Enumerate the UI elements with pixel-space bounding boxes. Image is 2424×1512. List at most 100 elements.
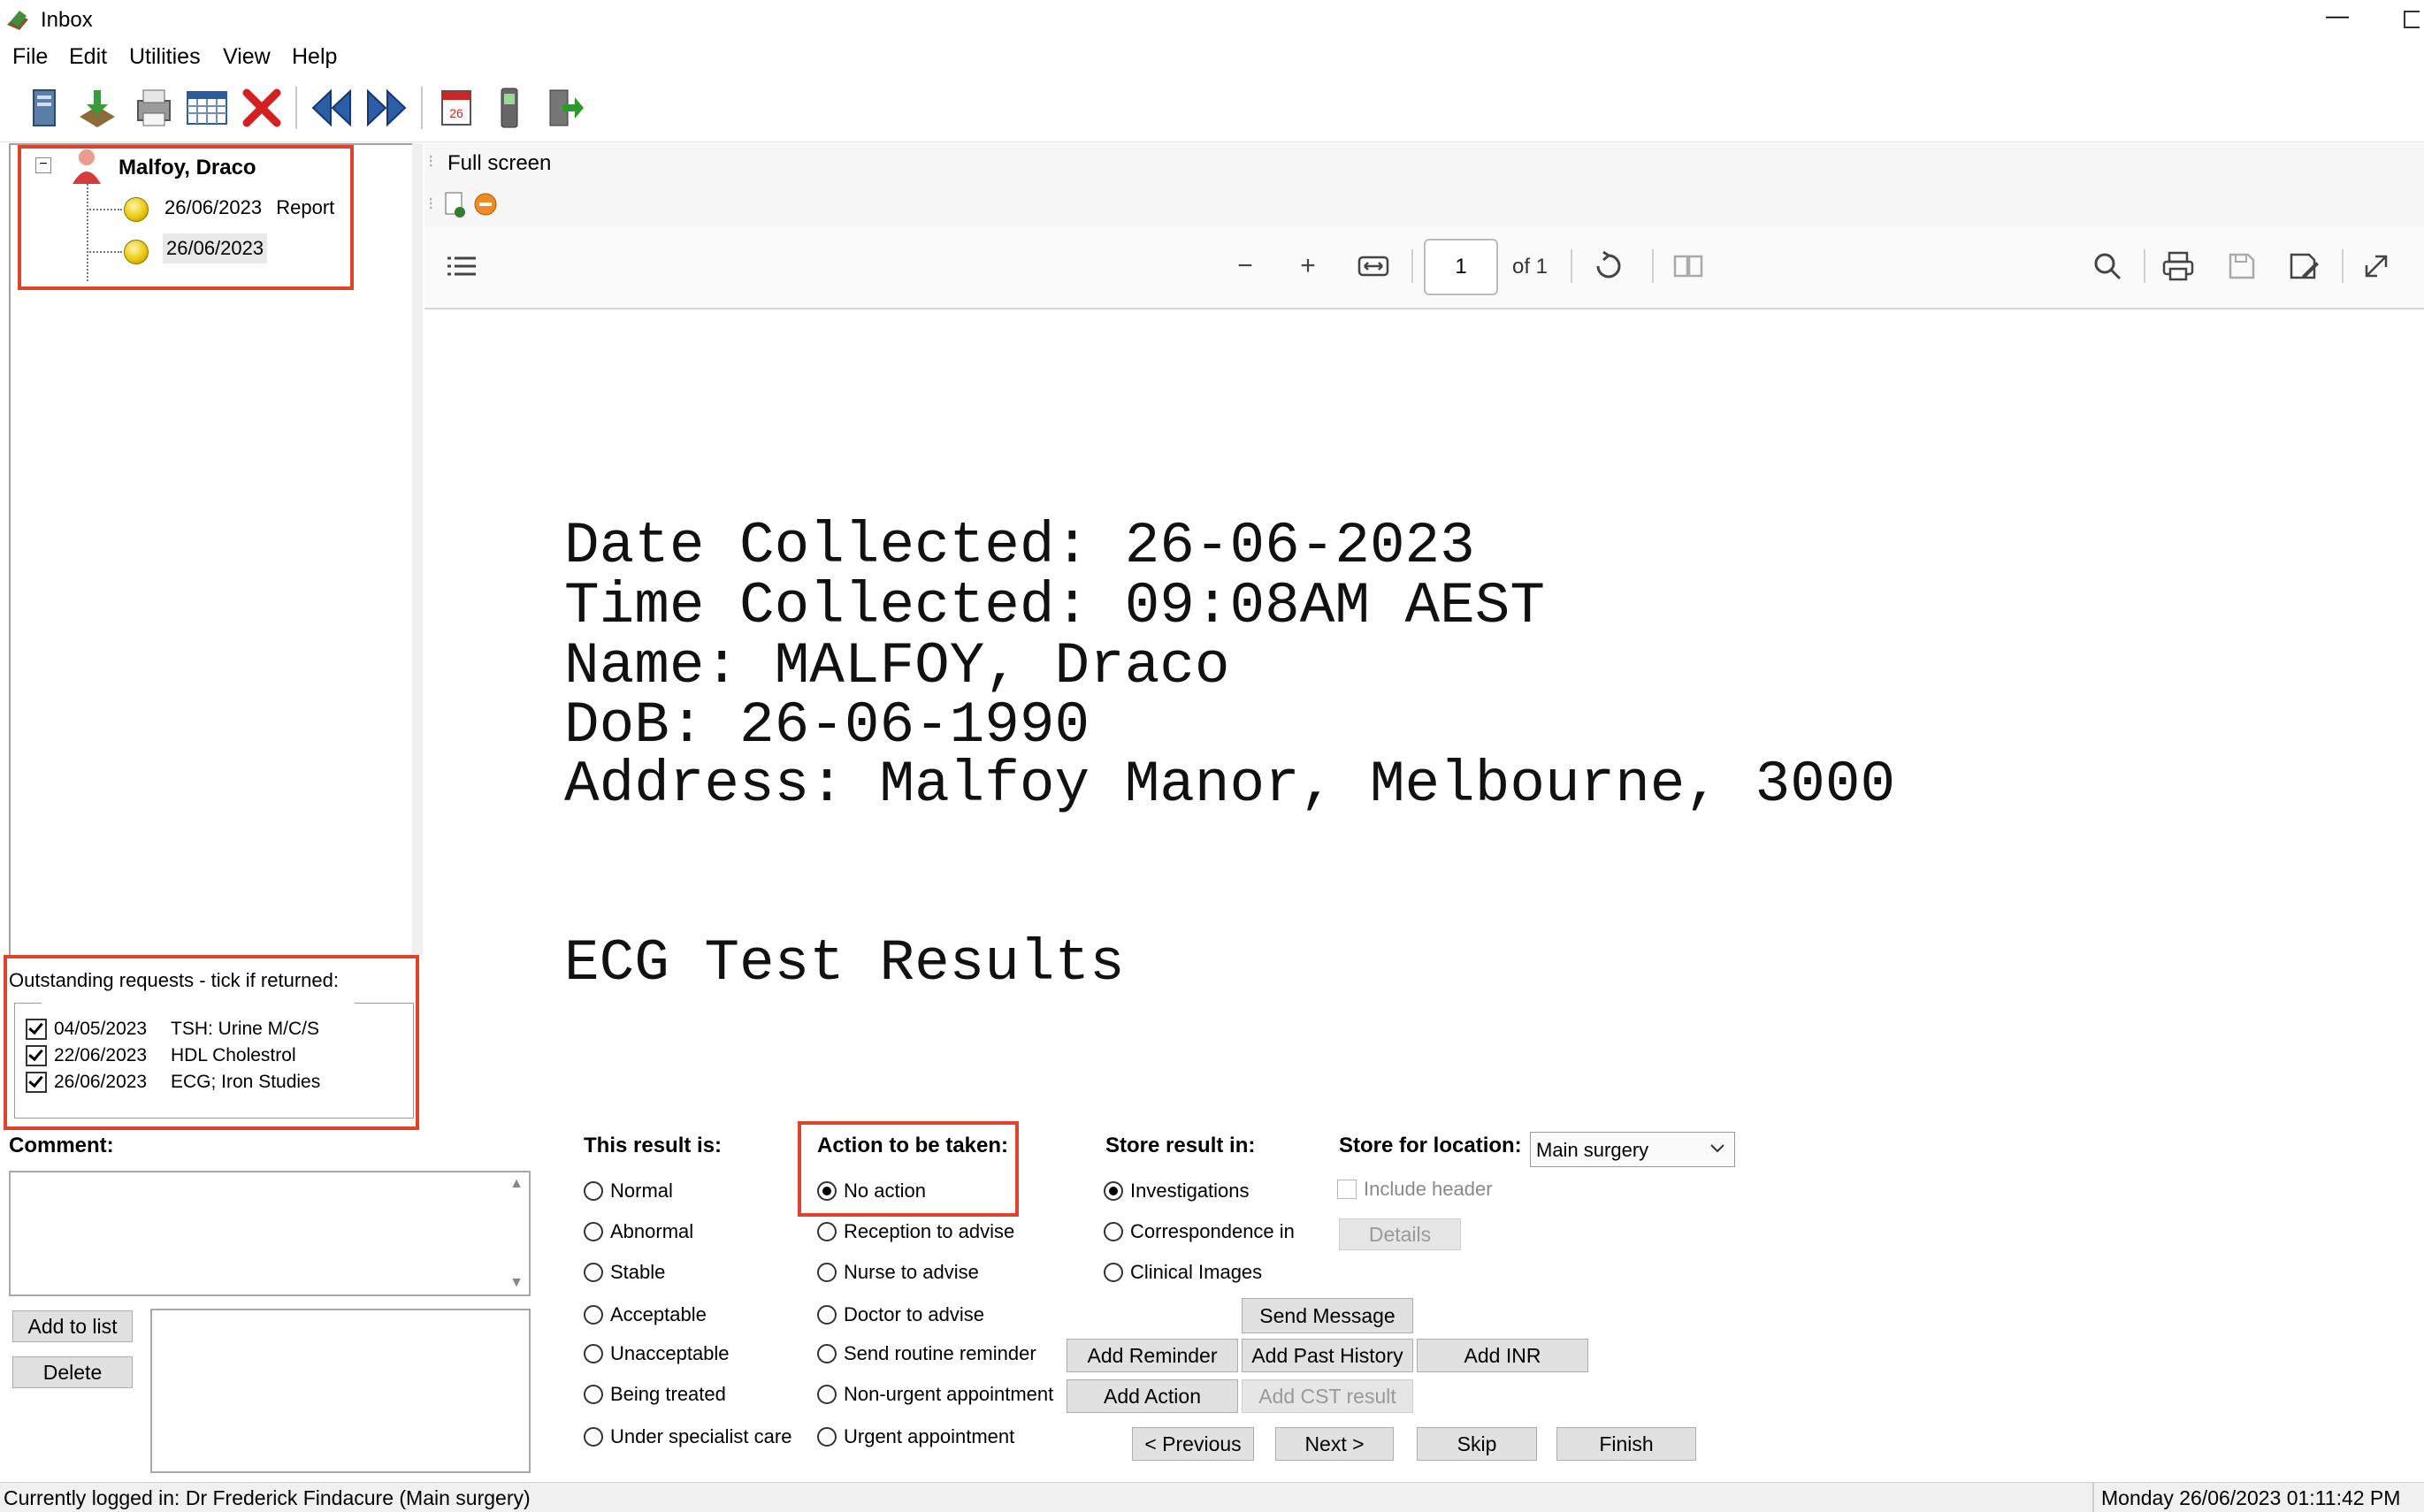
viewer-sub-toolbar: ⁝: [424, 182, 2424, 226]
logged-in-status: Currently logged in: Dr Frederick Findac…: [4, 1486, 531, 1509]
menu-edit[interactable]: Edit: [69, 44, 107, 70]
document-line: Date Collected: 26-06-2023: [564, 513, 1475, 579]
grid-icon[interactable]: [186, 85, 228, 131]
svg-text:26: 26: [449, 106, 463, 120]
delete-button[interactable]: Delete: [12, 1356, 133, 1388]
patient-tree-panel: − Malfoy, Draco 26/06/2023 Report 26/06/…: [9, 143, 414, 958]
radio-send-routine-reminder[interactable]: Send routine reminder: [817, 1342, 1036, 1365]
zoom-in-icon[interactable]: +: [1288, 246, 1328, 286]
search-icon[interactable]: [2087, 246, 2128, 286]
radio-normal[interactable]: Normal: [584, 1180, 673, 1203]
print-icon[interactable]: [133, 85, 175, 131]
add-action-button[interactable]: Add Action: [1067, 1379, 1238, 1413]
radio-abnormal[interactable]: Abnormal: [584, 1220, 693, 1243]
fit-width-icon[interactable]: [1353, 246, 1394, 286]
panel-splitter[interactable]: [412, 143, 423, 955]
add-to-list-button[interactable]: Add to list: [12, 1310, 133, 1342]
radio-under-specialist-care[interactable]: Under specialist care: [584, 1425, 791, 1448]
radio-being-treated[interactable]: Being treated: [584, 1383, 726, 1406]
menu-bar: File Edit Utilities View Help: [0, 39, 2424, 76]
menu-utilities[interactable]: Utilities: [129, 44, 201, 70]
document-viewer: Date Collected: 26-06-2023 Time Collecte…: [424, 309, 2424, 1105]
skip-button[interactable]: Skip: [1417, 1427, 1537, 1461]
outstanding-requests: Outstanding requests - tick if returned:…: [4, 955, 419, 1130]
comment-label: Comment:: [9, 1134, 114, 1157]
menu-view[interactable]: View: [223, 44, 271, 70]
details-button[interactable]: Details: [1339, 1218, 1461, 1250]
document-line: DoB: 26-06-1990: [564, 692, 1090, 759]
page-count: of 1: [1512, 255, 1548, 279]
radio-no-action[interactable]: No action: [817, 1180, 926, 1203]
maximize-button[interactable]: [2404, 11, 2420, 28]
calendar-icon[interactable]: 26: [435, 85, 478, 131]
store-label: Store result in:: [1105, 1134, 1256, 1157]
status-bar: Currently logged in: Dr Frederick Findac…: [0, 1482, 2424, 1512]
finish-button[interactable]: Finish: [1556, 1427, 1696, 1461]
radio-urgent-appointment[interactable]: Urgent appointment: [817, 1425, 1014, 1448]
save-as-icon[interactable]: [2283, 246, 2324, 286]
toolbar: 26: [0, 76, 2424, 142]
server-icon[interactable]: [23, 85, 65, 131]
scroll-down-icon[interactable]: ▼: [509, 1275, 524, 1291]
radio-reception-to-advise[interactable]: Reception to advise: [817, 1220, 1014, 1243]
full-screen-bar: ⁝ Full screen: [424, 143, 2424, 182]
minimize-button[interactable]: —: [2326, 2, 2349, 29]
add-cst-result-button[interactable]: Add CST result: [1242, 1379, 1413, 1413]
document-line: Time Collected: 09:08AM AEST: [564, 573, 1545, 639]
radio-unacceptable[interactable]: Unacceptable: [584, 1342, 730, 1365]
radio-stable[interactable]: Stable: [584, 1261, 665, 1284]
highlight-box: [18, 145, 354, 290]
document-heading: ECG Test Results: [564, 930, 1125, 997]
chevron-down-icon: [1710, 1144, 1724, 1153]
previous-icon[interactable]: [310, 85, 352, 131]
delete-icon[interactable]: [241, 85, 283, 131]
highlight-box: [4, 955, 419, 1130]
zoom-out-icon[interactable]: −: [1225, 246, 1266, 286]
print-icon[interactable]: [2158, 246, 2198, 286]
import-icon[interactable]: [76, 85, 119, 131]
status-datetime: Monday 26/06/2023 01:11:42 PM: [2101, 1486, 2401, 1509]
document-icon[interactable]: [442, 191, 469, 219]
page-view-icon[interactable]: [1668, 246, 1709, 286]
result-is-label: This result is:: [584, 1134, 723, 1157]
full-screen-button[interactable]: Full screen: [447, 151, 551, 176]
comment-list[interactable]: [150, 1309, 531, 1473]
radio-nurse-to-advise[interactable]: Nurse to advise: [817, 1261, 979, 1284]
action-label: Action to be taken:: [817, 1134, 1009, 1157]
add-reminder-button[interactable]: Add Reminder: [1067, 1339, 1238, 1372]
include-header-label: Include header: [1364, 1178, 1493, 1200]
next-button[interactable]: Next >: [1275, 1427, 1394, 1461]
include-header-checkbox[interactable]: Include header: [1337, 1178, 1493, 1201]
stop-icon[interactable]: [472, 191, 499, 218]
comment-input[interactable]: ▲ ▼: [9, 1171, 531, 1296]
inbox-app-icon: [7, 11, 28, 30]
send-message-button[interactable]: Send Message: [1242, 1298, 1413, 1333]
exit-icon[interactable]: [545, 85, 587, 131]
document-line: Name: MALFOY, Draco: [564, 633, 1230, 699]
rotate-icon[interactable]: [1588, 246, 1629, 286]
radio-non-urgent-appointment[interactable]: Non-urgent appointment: [817, 1383, 1053, 1406]
radio-investigations[interactable]: Investigations: [1104, 1180, 1250, 1203]
menu-help[interactable]: Help: [292, 44, 337, 70]
radio-acceptable[interactable]: Acceptable: [584, 1303, 707, 1326]
previous-button[interactable]: < Previous: [1132, 1427, 1254, 1461]
window-title: Inbox: [41, 8, 93, 32]
page-number-input[interactable]: 1: [1424, 239, 1498, 295]
location-value: Main surgery: [1536, 1139, 1649, 1161]
location-select[interactable]: Main surgery: [1530, 1132, 1735, 1167]
menu-file[interactable]: File: [12, 44, 48, 70]
contents-icon[interactable]: [446, 253, 478, 279]
add-past-history-button[interactable]: Add Past History: [1242, 1339, 1413, 1372]
radio-doctor-to-advise[interactable]: Doctor to advise: [817, 1303, 984, 1326]
save-icon[interactable]: [2221, 246, 2262, 286]
radio-correspondence-in[interactable]: Correspondence in: [1104, 1220, 1295, 1243]
document-line: Address: Malfoy Manor, Melbourne, 3000: [564, 752, 1896, 818]
scroll-up-icon[interactable]: ▲: [509, 1176, 524, 1192]
radio-clinical-images[interactable]: Clinical Images: [1104, 1261, 1262, 1284]
phone-icon[interactable]: [488, 85, 531, 131]
next-icon[interactable]: [364, 85, 407, 131]
expand-icon[interactable]: [2356, 246, 2397, 286]
add-inr-button[interactable]: Add INR: [1417, 1339, 1588, 1372]
title-bar: Inbox —: [0, 0, 2424, 39]
pdf-toolbar: − + 1 of 1: [424, 226, 2424, 309]
